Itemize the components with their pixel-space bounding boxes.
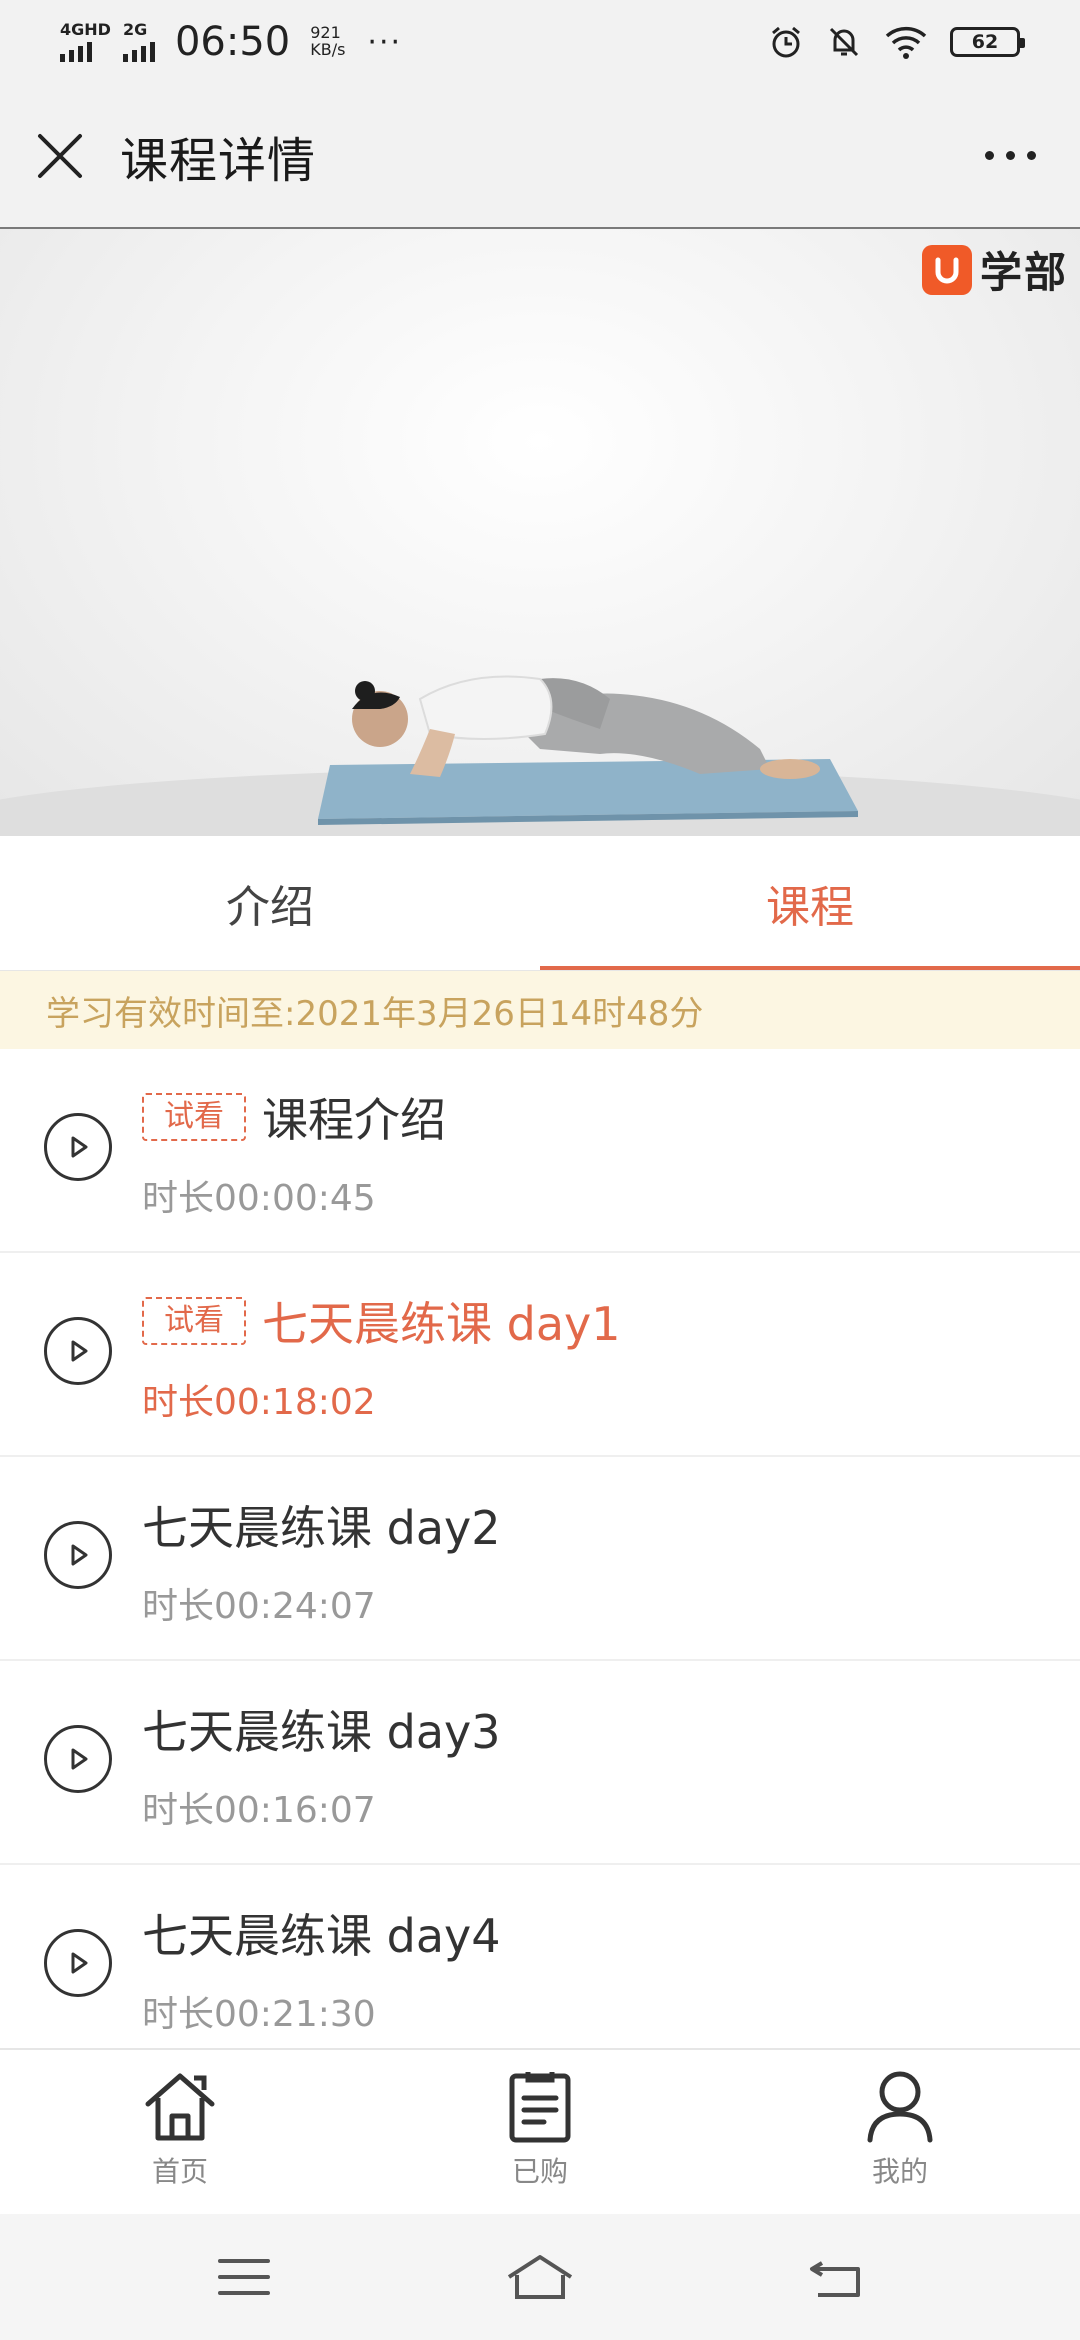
lesson-list: 试看 课程介绍 时长00:00:45 试看 七天晨练课 day1 时长00:18… xyxy=(0,1049,1080,2069)
play-icon xyxy=(71,1544,88,1566)
play-icon xyxy=(71,1952,88,1974)
back-icon[interactable] xyxy=(808,2255,864,2299)
lesson-title-row: 七天晨练课 day4 xyxy=(142,1903,1050,1963)
system-nav-bar xyxy=(0,2214,1080,2340)
bottom-nav: 首页 已购 我的 xyxy=(0,2048,1080,2214)
lesson-title-row: 七天晨练课 day3 xyxy=(142,1699,1050,1759)
lesson-title-row: 试看 七天晨练课 day1 xyxy=(142,1291,1050,1351)
nav-purchased[interactable]: 已购 xyxy=(360,2050,720,2214)
validity-notice-text: 学习有效时间至:2021年3月26日14时48分 xyxy=(46,993,704,1034)
more-dot-icon xyxy=(984,151,994,160)
nav-label: 首页 xyxy=(151,2155,208,2188)
user-icon xyxy=(867,2071,933,2143)
lesson-item[interactable]: 试看 课程介绍 时长00:00:45 xyxy=(0,1049,1080,1253)
network-4g-label: 4GHD xyxy=(60,20,111,39)
home-outline-icon[interactable] xyxy=(505,2253,575,2301)
lesson-info: 七天晨练课 day4 时长00:21:30 xyxy=(142,1903,1050,2037)
alarm-icon xyxy=(772,26,800,58)
status-overflow: ··· xyxy=(367,24,403,60)
lesson-title: 七天晨练课 day1 xyxy=(262,1297,621,1351)
play-button[interactable] xyxy=(44,1929,112,1997)
play-button[interactable] xyxy=(44,1521,112,1589)
network-2g: 2G xyxy=(122,20,155,62)
nav-profile[interactable]: 我的 xyxy=(720,2050,1080,2214)
lesson-title: 课程介绍 xyxy=(262,1093,446,1147)
signal-icon xyxy=(122,42,155,62)
status-time: 06:50 xyxy=(174,19,291,65)
tab-lessons[interactable]: 课程 xyxy=(540,836,1080,970)
course-tabs: 介绍 课程 xyxy=(0,836,1080,971)
mute-bell-icon xyxy=(829,27,859,57)
play-button[interactable] xyxy=(44,1725,112,1793)
lesson-item[interactable]: 七天晨练课 day3 时长00:16:07 xyxy=(0,1661,1080,1865)
menu-icon[interactable] xyxy=(216,2257,272,2297)
trial-badge: 试看 xyxy=(142,1297,246,1345)
brand-logo-text: 学部 xyxy=(979,248,1068,297)
lesson-item-current[interactable]: 试看 七天晨练课 day1 时长00:18:02 xyxy=(0,1253,1080,1457)
page-title: 课程详情 xyxy=(120,132,317,189)
close-button[interactable] xyxy=(0,84,120,227)
lesson-duration: 时长00:18:02 xyxy=(142,1382,376,1423)
signal-icon xyxy=(60,42,92,62)
network-2g-label: 2G xyxy=(122,20,148,39)
trial-badge: 试看 xyxy=(142,1093,246,1141)
brand-logo: 学部 xyxy=(921,239,1068,300)
battery-level: 62 xyxy=(971,31,999,53)
tab-intro[interactable]: 介绍 xyxy=(0,836,540,970)
lesson-duration: 时长00:24:07 xyxy=(142,1586,376,1627)
lesson-title-row: 七天晨练课 day2 xyxy=(142,1495,1050,1555)
network-4g: 4GHD xyxy=(60,22,111,62)
more-options-button[interactable] xyxy=(940,84,1080,227)
lesson-duration: 时长00:00:45 xyxy=(142,1178,376,1219)
lesson-title: 七天晨练课 day3 xyxy=(142,1705,501,1759)
lesson-info: 试看 课程介绍 时长00:00:45 xyxy=(142,1087,1050,1221)
video-frame-image xyxy=(0,675,1080,836)
network-speed-unit: KB/s xyxy=(310,40,346,59)
home-icon xyxy=(145,2073,215,2141)
status-right: 62 xyxy=(768,24,1025,60)
nav-home[interactable]: 首页 xyxy=(0,2050,360,2214)
app-screen: 4GHD 2G 06:50 921 KB/s ··· 62 课程详情 学部 介绍… xyxy=(0,0,1080,2340)
lesson-duration: 时长00:16:07 xyxy=(142,1790,376,1831)
wifi-icon xyxy=(885,26,927,59)
status-bar: 4GHD 2G 06:50 921 KB/s ··· 62 xyxy=(0,0,1080,84)
battery-indicator: 62 xyxy=(950,27,1025,57)
play-button[interactable] xyxy=(44,1317,112,1385)
lesson-title: 七天晨练课 day2 xyxy=(142,1501,501,1555)
close-icon xyxy=(38,133,82,178)
lesson-info: 七天晨练课 day3 时长00:16:07 xyxy=(142,1699,1050,1833)
network-speed: 921 KB/s xyxy=(310,24,346,59)
video-player[interactable]: 学部 xyxy=(0,229,1080,836)
lesson-info: 试看 七天晨练课 day1 时长00:18:02 xyxy=(142,1291,1050,1425)
lesson-item[interactable]: 七天晨练课 day4 时长00:21:30 xyxy=(0,1865,1080,2069)
more-dot-icon xyxy=(1026,151,1036,160)
validity-notice: 学习有效时间至:2021年3月26日14时48分 xyxy=(0,971,1080,1049)
brand-logo-icon xyxy=(921,244,972,295)
more-dot-icon xyxy=(1005,151,1015,160)
lesson-info: 七天晨练课 day2 时长00:24:07 xyxy=(142,1495,1050,1629)
nav-label: 我的 xyxy=(871,2155,928,2188)
lesson-item[interactable]: 七天晨练课 day2 时长00:24:07 xyxy=(0,1457,1080,1661)
nav-label: 已购 xyxy=(511,2155,568,2188)
play-icon xyxy=(71,1748,88,1770)
status-left: 4GHD 2G 06:50 921 KB/s ··· xyxy=(60,19,402,65)
play-button[interactable] xyxy=(44,1113,112,1181)
lesson-title: 七天晨练课 day4 xyxy=(142,1909,501,1963)
play-icon xyxy=(71,1340,88,1362)
lesson-title-row: 试看 课程介绍 xyxy=(142,1087,1050,1147)
title-bar: 课程详情 xyxy=(0,84,1080,229)
play-icon xyxy=(71,1136,88,1158)
lesson-duration: 时长00:21:30 xyxy=(142,1994,376,2035)
clipboard-icon xyxy=(509,2072,571,2143)
